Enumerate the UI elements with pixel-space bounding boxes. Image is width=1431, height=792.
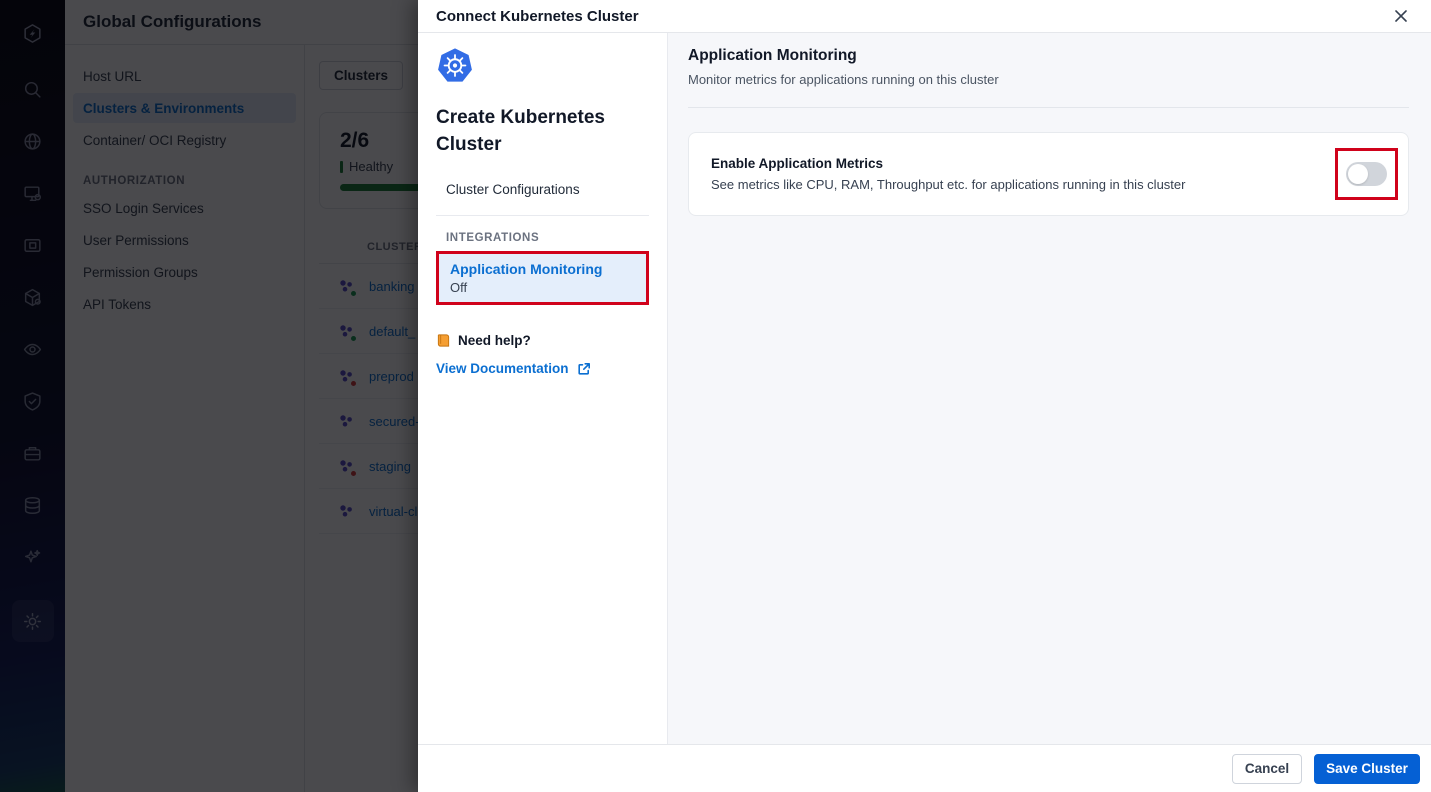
- toggle-knob: [1348, 164, 1368, 184]
- screen: Global Configurations Host URL Clusters …: [0, 0, 1431, 792]
- modal-dim-overlay[interactable]: [0, 0, 418, 792]
- annotation-box: [1335, 148, 1398, 200]
- connect-kubernetes-cluster-drawer: Connect Kubernetes Cluster Create Kubern…: [418, 0, 1431, 792]
- integrations-section-header: INTEGRATIONS: [446, 232, 540, 244]
- metric-card-description: See metrics like CPU, RAM, Throughput et…: [711, 177, 1186, 192]
- external-link-icon: [577, 362, 590, 375]
- close-icon[interactable]: [1389, 4, 1413, 28]
- metric-card-title: Enable Application Metrics: [711, 156, 884, 171]
- need-help-label: Need help?: [458, 333, 531, 348]
- need-help-row: Need help?: [436, 333, 649, 348]
- drawer-footer: Cancel Save Cluster: [418, 744, 1431, 792]
- save-cluster-button[interactable]: Save Cluster: [1314, 753, 1420, 784]
- divider: [436, 215, 649, 216]
- application-metrics-toggle[interactable]: [1346, 162, 1387, 186]
- metric-card-text: Enable Application Metrics See metrics l…: [711, 156, 1335, 192]
- drawer-nav-application-monitoring[interactable]: Application Monitoring Off: [436, 251, 649, 305]
- drawer-header: Connect Kubernetes Cluster: [418, 0, 1431, 33]
- application-monitoring-state: Off: [450, 280, 468, 295]
- drawer-title: Connect Kubernetes Cluster: [436, 7, 639, 25]
- drawer-body: Create Kubernetes Cluster Cluster Config…: [418, 33, 1431, 744]
- section-subheading: Monitor metrics for applications running…: [688, 72, 999, 87]
- drawer-right-panel: Application Monitoring Monitor metrics f…: [668, 33, 1431, 744]
- book-icon: [437, 334, 450, 347]
- drawer-left-panel: Create Kubernetes Cluster Cluster Config…: [418, 33, 668, 744]
- drawer-heading: Create Kubernetes Cluster: [436, 107, 605, 155]
- enable-application-metrics-card: Enable Application Metrics See metrics l…: [688, 132, 1409, 216]
- cancel-button[interactable]: Cancel: [1232, 753, 1302, 784]
- view-documentation-link[interactable]: View Documentation: [436, 361, 649, 376]
- section-heading: Application Monitoring: [688, 47, 857, 64]
- view-documentation-label: View Documentation: [436, 361, 569, 376]
- application-monitoring-label: Application Monitoring: [450, 261, 603, 277]
- divider: [688, 107, 1409, 108]
- kubernetes-logo: [438, 48, 472, 82]
- drawer-nav-cluster-configurations[interactable]: Cluster Configurations: [436, 182, 649, 197]
